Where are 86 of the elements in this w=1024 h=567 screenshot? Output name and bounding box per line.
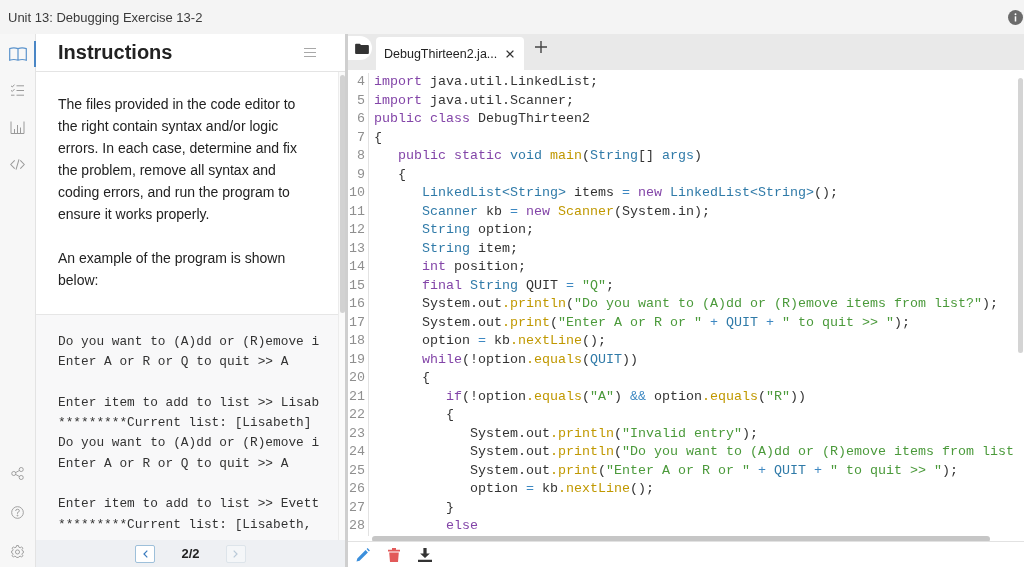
code-line: while(!option.equals(QUIT)): [422, 350, 638, 369]
code-line: System.out.println("Do you want to (A)dd or (R)emove items from list: [470, 443, 1014, 461]
code-line: LinkedList<String> items = new LinkedList<String>();: [422, 184, 838, 202]
code-line: public static void main(String[] args): [398, 147, 702, 165]
share-icon[interactable]: [11, 467, 24, 480]
line-number: 27: [348, 498, 369, 517]
folder-button[interactable]: [348, 36, 372, 60]
console-line: Enter item to add to list >> Lisab: [58, 393, 320, 412]
code-icon: [10, 158, 25, 171]
line-number: 19: [348, 350, 369, 369]
close-icon[interactable]: [506, 49, 514, 58]
folder-icon: [354, 42, 369, 54]
code-line: System.out.print("Enter A or R or " + QUIT + " to quit >> ");: [422, 313, 910, 332]
settings-icon[interactable]: [11, 545, 24, 558]
code-line: String item;: [422, 239, 518, 258]
code-line: import java.util.LinkedList;: [374, 73, 598, 91]
line-number: 24: [348, 443, 369, 462]
code-line: else: [446, 517, 478, 535]
line-number: 16: [348, 295, 369, 314]
code-line: {: [446, 406, 454, 424]
console-line: *********Current list: [Lisabeth,: [58, 515, 312, 534]
code-line: System.out.println("Do you want to (A)dd or (R)emove items from list?");: [422, 295, 998, 313]
code-line: option = kb.nextLine();: [422, 332, 606, 350]
checklist-icon: [10, 84, 25, 97]
panel-title: Instructions: [58, 41, 173, 64]
code-line: option = kb.nextLine();: [470, 480, 654, 498]
instructions-text: The files provided in the code editor to the right contain syntax and/or logic errors. In each case, determine and fix the problem, remove all syntax and coding errors, and run the program to ensure it works properly.: [58, 95, 298, 224]
console-line: Do you want to (A)dd or (R)emove i: [58, 333, 320, 351]
line-number: 18: [348, 332, 369, 351]
code-line: System.out.println("Invalid entry");: [470, 424, 758, 443]
chevron-left-icon: [142, 549, 148, 558]
info-icon[interactable]: [1008, 9, 1023, 25]
code-line: int position;: [422, 258, 526, 276]
code-line: import java.util.Scanner;: [374, 91, 574, 110]
code-line: String option;: [422, 221, 534, 239]
code-line: public class DebugThirteen2: [374, 110, 590, 128]
console-line: Enter item to add to list >> Evett: [58, 495, 320, 514]
line-number: 28: [348, 517, 369, 536]
code-line: Scanner kb = new Scanner(System.in);: [422, 202, 710, 221]
console-line: Enter A or R or Q to quit >> A: [58, 353, 289, 372]
scrollbar-thumb[interactable]: [339, 75, 345, 313]
line-number: 10: [348, 184, 369, 203]
code-line: final String QUIT = "Q";: [422, 276, 614, 295]
help-icon[interactable]: [11, 506, 24, 519]
scrollbar-thumb[interactable]: [372, 535, 990, 541]
page-indicator: 2/2: [181, 546, 200, 561]
file-tab[interactable]: DebugThirteen2.ja...: [376, 37, 524, 70]
chevron-right-icon: [233, 549, 239, 558]
line-number: 20: [348, 369, 369, 388]
line-number: 6: [348, 110, 369, 129]
line-number: 8: [348, 147, 369, 166]
console-line: Enter A or R or Q to quit >> A: [58, 454, 289, 473]
line-number: 26: [348, 480, 369, 499]
trash-icon[interactable]: [387, 547, 401, 562]
code-line: if(!option.equals("A") && option.equals("R")): [446, 387, 806, 406]
book-icon: [8, 46, 27, 61]
bar-chart-icon: [10, 121, 25, 134]
line-number: 21: [348, 387, 369, 406]
code-line: }: [446, 498, 454, 517]
line-number: 22: [348, 406, 369, 425]
line-number: 4: [348, 73, 369, 92]
console-line: Do you want to (A)dd or (R)emove i: [58, 434, 320, 453]
download-icon[interactable]: [418, 547, 432, 562]
line-number: 25: [348, 461, 369, 480]
console-line: *********Current list: [Lisabeth]: [58, 414, 312, 433]
instructions-text: An example of the program is shown below:: [58, 249, 287, 290]
line-number: 12: [348, 221, 369, 240]
scrollbar-thumb[interactable]: [1018, 78, 1023, 353]
line-number: 5: [348, 91, 369, 110]
line-number: 15: [348, 276, 369, 295]
code-line: {: [374, 128, 382, 147]
line-number: 9: [348, 165, 369, 184]
line-number: 7: [348, 128, 369, 147]
page-title: Unit 13: Debugging Exercise 13-2: [8, 9, 203, 25]
menu-icon[interactable]: [304, 48, 316, 57]
code-line: {: [398, 165, 406, 184]
line-number: 11: [348, 202, 369, 221]
pencil-icon[interactable]: [356, 547, 370, 562]
line-number: 13: [348, 239, 369, 258]
line-number: 23: [348, 424, 369, 443]
code-line: System.out.print("Enter A or R or " + QUIT + " to quit >> ");: [470, 461, 958, 480]
previous-button[interactable]: [135, 544, 156, 563]
plus-icon[interactable]: [535, 41, 547, 53]
line-number: 17: [348, 313, 369, 332]
line-number: 14: [348, 258, 369, 277]
code-line: {: [422, 369, 430, 387]
